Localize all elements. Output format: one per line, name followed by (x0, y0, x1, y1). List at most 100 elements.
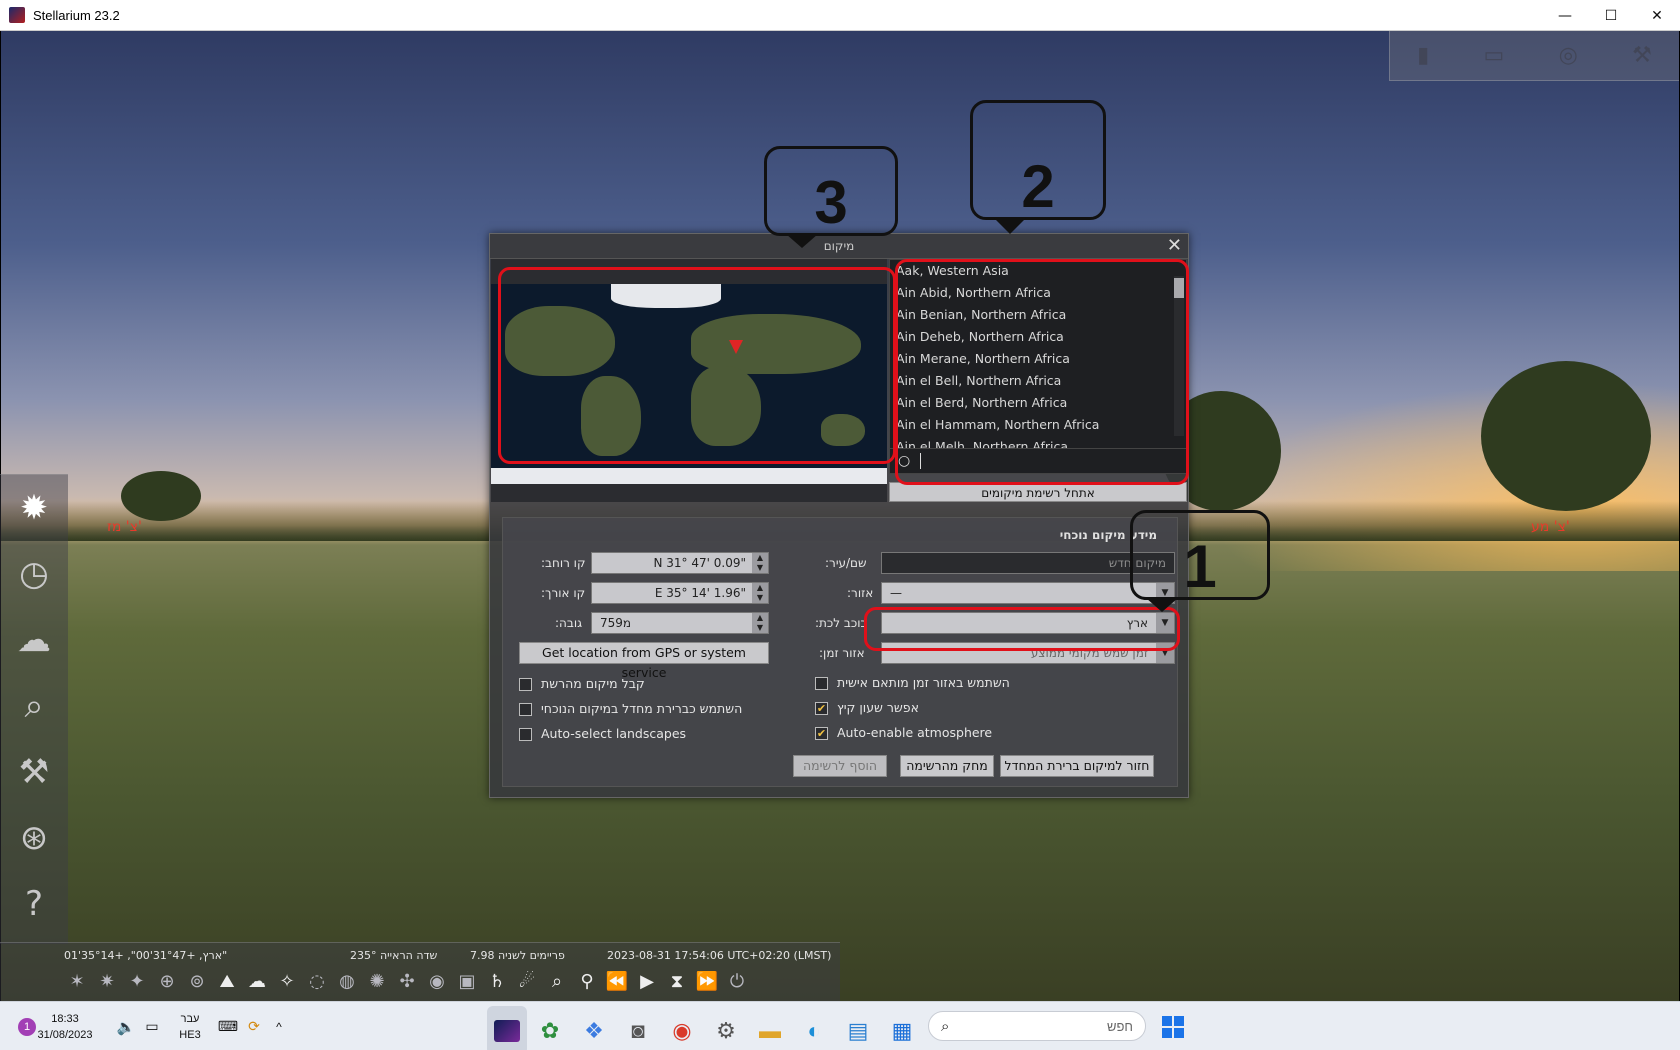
eye-icon[interactable]: ◉ (424, 968, 450, 994)
clock-icon: ◷ (19, 554, 49, 594)
auto-landscape-checkbox[interactable] (519, 728, 532, 741)
network-location-checkbox[interactable] (519, 678, 532, 691)
target-icon[interactable]: ◎ (1559, 43, 1578, 68)
control-panel-icon[interactable]: ▤ (838, 1006, 878, 1050)
callout-tail-1 (1146, 598, 1178, 612)
dialog-titlebar[interactable]: מיקום ✕ (490, 234, 1188, 259)
constellation-lines-icon[interactable]: ✶ (64, 968, 90, 994)
network-location-label: קבל מיקום מהרשת (541, 676, 645, 691)
power-icon[interactable]: ⏻ (724, 968, 750, 994)
fast-forward-icon[interactable]: ⏩ (694, 968, 720, 994)
play-icon[interactable]: ▶ (634, 968, 660, 994)
date-time-button[interactable]: ◷ (0, 541, 68, 607)
window-title: Stellarium 23.2 (33, 7, 120, 23)
nebulas-icon[interactable]: ◌ (304, 968, 330, 994)
azimuthal-grid-icon[interactable]: ⊚ (184, 968, 210, 994)
settings-gear-icon[interactable]: ⚙ (706, 1006, 746, 1050)
cubes-app-icon[interactable]: ❖ (574, 1006, 614, 1050)
cardinal-points-icon[interactable]: ✧ (274, 968, 300, 994)
altitude-field[interactable]: 759מ ▲ ▼ (591, 612, 769, 634)
longitude-field[interactable]: E 35° 14' 1.96" ▲ ▼ (591, 582, 769, 604)
camera-icon[interactable]: ◙ (618, 1006, 658, 1050)
taskbar-clock[interactable]: 18:33 31/08/2023 (20, 1002, 110, 1050)
chevron-up-icon[interactable]: ^ (268, 1002, 290, 1050)
exoplanets-icon[interactable]: ✺ (364, 968, 390, 994)
mouse-icon[interactable]: ▮ (1417, 43, 1429, 68)
planet-label: כוכב לכת: (815, 616, 867, 630)
annotation-box-planet (864, 607, 1180, 651)
return-default-location-button[interactable]: חזור למיקום ברירת המחדל (1000, 755, 1154, 777)
status-fov: שדה הראייה 235° (350, 949, 438, 962)
current-location-panel: מידע מיקום נוכחי N 31° 47' 0.09" ▲ ▼ קו ר… (502, 517, 1178, 787)
map-strip-bottom (491, 484, 887, 502)
file-explorer-icon[interactable]: ▬ (750, 1006, 790, 1050)
search-icon: ⌕ (941, 1017, 950, 1035)
use-default-checkbox[interactable] (519, 703, 532, 716)
chrome-icon[interactable]: ◉ (662, 1006, 702, 1050)
callout-tail-2 (994, 218, 1026, 234)
stellarium-taskbar-icon[interactable] (487, 1006, 527, 1050)
screen-icon[interactable]: ▭ (1484, 43, 1505, 68)
search-icon[interactable]: ⌕ (544, 968, 570, 994)
volume-icon[interactable]: 🔈 (114, 1002, 138, 1050)
sky-viewing-options-button[interactable]: ☁ (0, 607, 68, 673)
name-label: שם/עיר: (825, 556, 867, 570)
taskbar-search-placeholder: חפש (1107, 1018, 1133, 1034)
sync-icon[interactable]: ⟳ (242, 1002, 266, 1050)
keyboard-icon[interactable]: ⌨ (216, 1002, 240, 1050)
store-icon[interactable]: ▦ (882, 1006, 922, 1050)
colorful-app-icon[interactable]: ✿ (530, 1006, 570, 1050)
dst-checkbox[interactable]: ✔ (815, 702, 828, 715)
gps-location-button[interactable]: Get location from GPS or system service (519, 642, 769, 680)
tree (121, 471, 201, 521)
hourglass-icon[interactable]: ⧗ (664, 968, 690, 994)
input-language[interactable]: עבר HE3 (172, 1002, 208, 1050)
close-window-button[interactable]: ✕ (1634, 0, 1680, 31)
edge-icon[interactable]: ◐ (794, 1006, 834, 1050)
wrench-star-icon: ⚒ (18, 752, 50, 792)
ground-icon[interactable]: ⛰ (214, 968, 240, 994)
altitude-spinner[interactable]: ▲ ▼ (752, 613, 768, 633)
atmosphere-icon[interactable]: ☁ (244, 968, 270, 994)
nebula-background-icon[interactable]: ◍ (334, 968, 360, 994)
meteor-icon[interactable]: ☄ (514, 968, 540, 994)
wrench-icon[interactable]: ⚒ (1632, 43, 1652, 68)
constellation-art-icon[interactable]: ✦ (124, 968, 150, 994)
auto-atmosphere-checkbox[interactable]: ✔ (815, 727, 828, 740)
longitude-spinner[interactable]: ▲ ▼ (752, 583, 768, 603)
satellites-icon[interactable]: ✣ (394, 968, 420, 994)
taskbar-search[interactable]: ⌕ חפש (928, 1011, 1146, 1041)
maximize-button[interactable]: ☐ (1588, 0, 1634, 31)
ocular-icon[interactable]: ▣ (454, 968, 480, 994)
windows-start-icon[interactable] (1158, 1002, 1188, 1050)
clock-date: 31/08/2023 (37, 1028, 93, 1041)
help-button[interactable]: ? (0, 871, 68, 937)
planets-icon[interactable]: ♄ (484, 968, 510, 994)
annotation-box-city-list (895, 259, 1189, 485)
callout-bubble-3: 3 (764, 146, 898, 236)
network-icon[interactable]: ▭ (140, 1002, 164, 1050)
minimize-button[interactable]: — (1542, 0, 1588, 31)
window-controls: — ☐ ✕ (1542, 0, 1680, 31)
latitude-field[interactable]: N 31° 47' 0.09" ▲ ▼ (591, 552, 769, 574)
custom-timezone-checkbox[interactable] (815, 677, 828, 690)
location-window-button[interactable]: ✹ (0, 475, 68, 541)
altitude-label: גובה: (555, 616, 583, 630)
add-to-list-button[interactable]: הוסף לרשימה (793, 755, 887, 777)
reset-location-list-button[interactable]: אתחל רשימת מיקומים (889, 482, 1187, 502)
dst-label: אפשר שעון קיץ (837, 700, 919, 715)
delete-from-list-button[interactable]: מחק מהרשימה (900, 755, 994, 777)
callout-bubble-2: 2 (970, 100, 1106, 220)
equatorial-grid-icon[interactable]: ⊕ (154, 968, 180, 994)
windows-taskbar: 1 18:33 31/08/2023 🔈 ▭ עבר HE3 ⌨ ⟳ ^ ✿ ❖… (0, 1001, 1680, 1050)
telescope-icon[interactable]: ⚲ (574, 968, 600, 994)
astronomical-calculations-button[interactable]: ⊛ (0, 805, 68, 871)
annotation-box-map (498, 267, 896, 464)
configuration-button[interactable]: ⚒ (0, 739, 68, 805)
rewind-icon[interactable]: ⏪ (604, 968, 630, 994)
dialog-close-button[interactable]: ✕ (1167, 235, 1182, 257)
cardinal-right: צ' מע' (1531, 519, 1570, 535)
constellation-labels-icon[interactable]: ✷ (94, 968, 120, 994)
search-window-button[interactable]: ⌕ (0, 673, 68, 739)
latitude-spinner[interactable]: ▲ ▼ (752, 553, 768, 573)
